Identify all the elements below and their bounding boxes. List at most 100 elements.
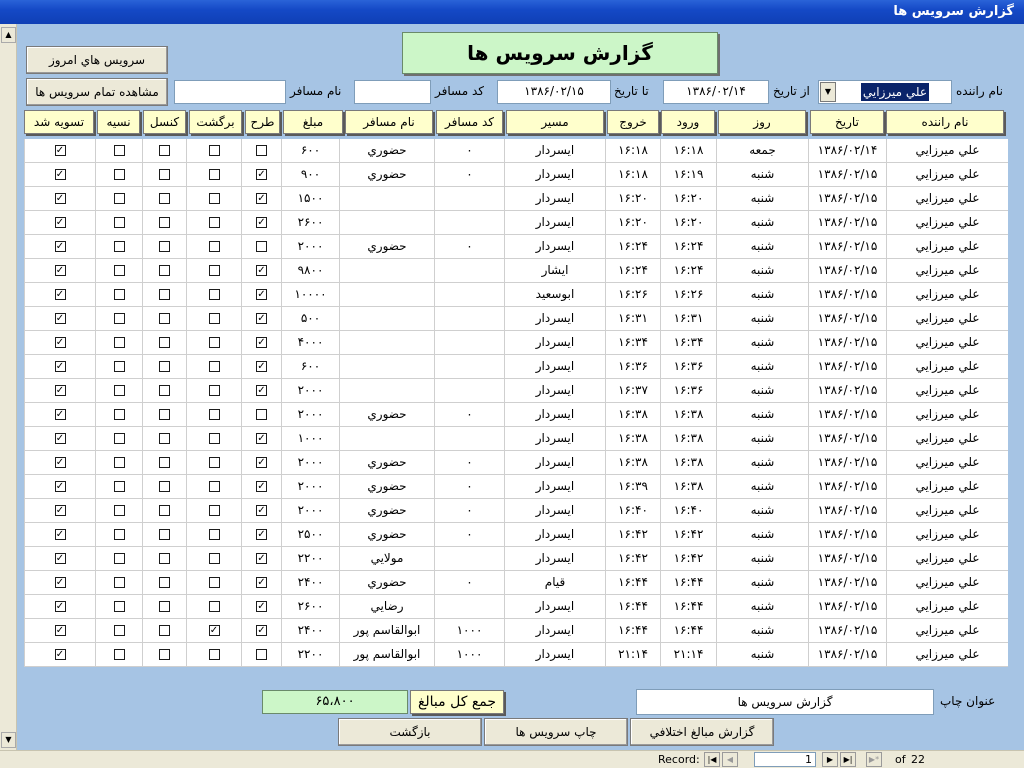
cell-passenger-name[interactable]: حضوري (339, 571, 434, 595)
cell-route[interactable]: ايسردار (504, 475, 605, 499)
checkbox-unchecked[interactable] (159, 145, 170, 156)
cell-exit[interactable]: ۱۶:۲۴ (605, 235, 660, 259)
cell-entry[interactable]: ۱۶:۳۸ (660, 475, 716, 499)
cell-driver[interactable]: علي ميرزايي (886, 139, 1008, 163)
checkbox-checked[interactable]: ✓ (54, 433, 66, 444)
checkbox-unchecked[interactable] (208, 433, 220, 444)
cell-passenger-name[interactable] (339, 331, 434, 355)
cell-date[interactable]: ۱۳۸۶/۰۲/۱۵ (808, 547, 886, 571)
checkbox-unchecked[interactable] (208, 217, 220, 228)
cell-driver[interactable]: علي ميرزايي (886, 451, 1008, 475)
cell-driver[interactable]: علي ميرزايي (886, 619, 1008, 643)
table-row[interactable]: علي ميرزايي ۱۳۸۶/۰۲/۱۵ شنبه ۱۶:۳۶ ۱۶:۳۶ ايسرد… (24, 355, 1008, 379)
checkbox-unchecked[interactable] (159, 217, 170, 228)
cell-exit[interactable]: ۱۶:۴۲ (605, 547, 660, 571)
cell-route[interactable]: ايسردار (504, 163, 605, 187)
cell-passenger-name[interactable] (339, 283, 434, 307)
cell-date[interactable]: ۱۳۸۶/۰۲/۱۵ (808, 451, 886, 475)
cell-amount[interactable]: ۶۰۰ (281, 355, 339, 379)
cell-exit[interactable]: ۱۶:۲۴ (605, 259, 660, 283)
checkbox-unchecked[interactable] (159, 649, 170, 660)
checkbox-unchecked[interactable] (113, 433, 125, 444)
cell-passenger-name[interactable]: مولايي (339, 547, 434, 571)
checkbox-unchecked[interactable] (159, 577, 170, 588)
cell-passenger-code[interactable] (434, 259, 504, 283)
cell-passenger-code[interactable]: ۰ (434, 403, 504, 427)
table-row[interactable]: علي ميرزايي ۱۳۸۶/۰۲/۱۵ شنبه ۱۶:۴۴ ۱۶:۴۴ قيام ۰… (24, 571, 1008, 595)
cell-exit[interactable]: ۱۶:۳۸ (605, 451, 660, 475)
checkbox-checked[interactable]: ✓ (256, 553, 267, 564)
cell-day[interactable]: شنبه (716, 475, 808, 499)
table-row[interactable]: علي ميرزايي ۱۳۸۶/۰۲/۱۵ شنبه ۱۶:۳۶ ۱۶:۳۷ ايسرد… (24, 379, 1008, 403)
checkbox-unchecked[interactable] (208, 337, 220, 348)
checkbox-unchecked[interactable] (208, 649, 220, 660)
checkbox-unchecked[interactable] (113, 577, 125, 588)
table-row[interactable]: علي ميرزايي ۱۳۸۶/۰۲/۱۵ شنبه ۱۶:۳۸ ۱۶:۳۹ ايسرد… (24, 475, 1008, 499)
cell-date[interactable]: ۱۳۸۶/۰۲/۱۵ (808, 283, 886, 307)
cell-date[interactable]: ۱۳۸۶/۰۲/۱۵ (808, 595, 886, 619)
checkbox-checked[interactable]: ✓ (256, 481, 267, 492)
cell-exit[interactable]: ۱۶:۲۰ (605, 187, 660, 211)
checkbox-checked[interactable]: ✓ (54, 553, 66, 564)
cell-amount[interactable]: ۹۸۰۰ (281, 259, 339, 283)
checkbox-checked[interactable]: ✓ (54, 289, 66, 300)
cell-amount[interactable]: ۶۰۰ (281, 139, 339, 163)
cell-driver[interactable]: علي ميرزايي (886, 163, 1008, 187)
cell-entry[interactable]: ۱۶:۳۴ (660, 331, 716, 355)
cell-amount[interactable]: ۲۲۰۰ (281, 643, 339, 667)
checkbox-unchecked[interactable] (208, 313, 220, 324)
services-grid[interactable]: علي ميرزايي ۱۳۸۶/۰۲/۱۴ جمعه ۱۶:۱۸ ۱۶:۱۸ ايسرد… (24, 139, 1008, 667)
cell-passenger-code[interactable]: ۰ (434, 139, 504, 163)
cell-passenger-code[interactable]: ۰ (434, 163, 504, 187)
checkbox-unchecked[interactable] (208, 457, 220, 468)
checkbox-checked[interactable]: ✓ (54, 601, 66, 612)
checkbox-checked[interactable]: ✓ (256, 361, 267, 372)
cell-exit[interactable]: ۱۶:۳۷ (605, 379, 660, 403)
cell-date[interactable]: ۱۳۸۶/۰۲/۱۵ (808, 259, 886, 283)
cell-passenger-name[interactable] (339, 307, 434, 331)
checkbox-unchecked[interactable] (113, 265, 125, 276)
cell-amount[interactable]: ۵۰۰ (281, 307, 339, 331)
table-row[interactable]: علي ميرزايي ۱۳۸۶/۰۲/۱۵ شنبه ۱۶:۳۸ ۱۶:۳۸ ايسرد… (24, 451, 1008, 475)
previous-record-icon[interactable]: ◀ (722, 752, 738, 767)
cell-day[interactable]: شنبه (716, 427, 808, 451)
checkbox-checked[interactable]: ✓ (256, 577, 267, 588)
cell-day[interactable]: شنبه (716, 403, 808, 427)
cell-day[interactable]: شنبه (716, 571, 808, 595)
cell-exit[interactable]: ۱۶:۱۸ (605, 139, 660, 163)
checkbox-unchecked[interactable] (159, 457, 170, 468)
cell-passenger-code[interactable]: ۱۰۰۰ (434, 619, 504, 643)
checkbox-checked[interactable]: ✓ (54, 625, 66, 636)
cell-passenger-name[interactable] (339, 379, 434, 403)
cell-exit[interactable]: ۱۶:۳۶ (605, 355, 660, 379)
checkbox-unchecked[interactable] (159, 289, 170, 300)
cell-driver[interactable]: علي ميرزايي (886, 475, 1008, 499)
cell-entry[interactable]: ۱۶:۲۴ (660, 259, 716, 283)
cell-passenger-name[interactable]: حضوري (339, 451, 434, 475)
checkbox-unchecked[interactable] (159, 529, 170, 540)
driver-select[interactable]: علي ميرزايي ▼ (818, 80, 952, 104)
cell-route[interactable]: ايسردار (504, 643, 605, 667)
cell-amount[interactable]: ۲۴۰۰ (281, 619, 339, 643)
cell-route[interactable]: ايسردار (504, 187, 605, 211)
cell-day[interactable]: شنبه (716, 211, 808, 235)
cell-driver[interactable]: علي ميرزايي (886, 499, 1008, 523)
table-row[interactable]: علي ميرزايي ۱۳۸۶/۰۲/۱۵ شنبه ۱۶:۳۱ ۱۶:۳۱ ايسرد… (24, 307, 1008, 331)
cell-driver[interactable]: علي ميرزايي (886, 355, 1008, 379)
checkbox-checked[interactable]: ✓ (256, 601, 267, 612)
cell-entry[interactable]: ۱۶:۳۸ (660, 427, 716, 451)
cell-route[interactable]: ايسردار (504, 595, 605, 619)
checkbox-checked[interactable]: ✓ (54, 145, 66, 156)
cell-entry[interactable]: ۱۶:۴۲ (660, 547, 716, 571)
checkbox-unchecked[interactable] (113, 553, 125, 564)
cell-route[interactable]: ايسردار (504, 427, 605, 451)
cell-amount[interactable]: ۱۰۰۰ (281, 427, 339, 451)
cell-entry[interactable]: ۲۱:۱۴ (660, 643, 716, 667)
cell-exit[interactable]: ۲۱:۱۴ (605, 643, 660, 667)
cell-exit[interactable]: ۱۶:۳۸ (605, 403, 660, 427)
cell-route[interactable]: ايسردار (504, 355, 605, 379)
cell-passenger-code[interactable] (434, 427, 504, 451)
cell-exit[interactable]: ۱۶:۴۲ (605, 523, 660, 547)
scroll-down-arrow-icon[interactable]: ▼ (1, 732, 16, 748)
table-row[interactable]: علي ميرزايي ۱۳۸۶/۰۲/۱۵ شنبه ۱۶:۴۴ ۱۶:۴۴ ايسرد… (24, 595, 1008, 619)
